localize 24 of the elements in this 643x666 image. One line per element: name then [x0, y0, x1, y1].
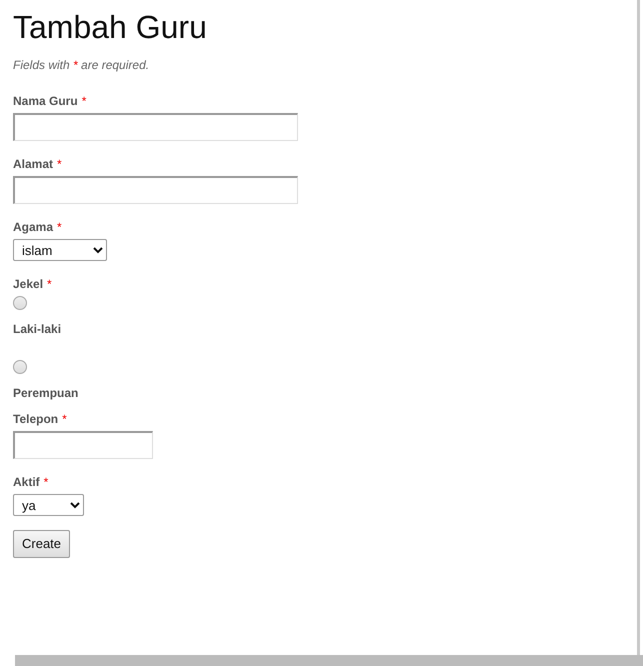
- radio-label: Perempuan: [13, 385, 80, 402]
- required-mark: *: [62, 411, 67, 428]
- required-mark: *: [57, 156, 62, 174]
- required-note: Fields with * are required.: [13, 57, 150, 74]
- field-label: Alamat: [13, 156, 54, 174]
- field-label: Jekel: [13, 276, 44, 294]
- dropdown[interactable]: ya: [13, 494, 84, 516]
- field-label: Agama: [13, 219, 54, 236]
- radio-label: Laki-laki: [13, 321, 62, 338]
- dropdown[interactable]: islam: [13, 239, 107, 262]
- page-title: Tambah Guru: [13, 8, 208, 46]
- required-mark: *: [57, 219, 62, 236]
- radio-button[interactable]: [13, 296, 27, 310]
- text-field[interactable]: [13, 431, 153, 460]
- required-mark: *: [44, 474, 48, 492]
- field-label: Nama Guru: [13, 93, 78, 110]
- radio-button[interactable]: [13, 360, 27, 374]
- field-label: Telepon: [13, 411, 58, 428]
- required-mark: *: [82, 93, 86, 110]
- text-field[interactable]: [13, 176, 298, 204]
- field-label: Aktif: [13, 474, 40, 492]
- create-button[interactable]: Create: [13, 530, 70, 558]
- text-field[interactable]: [13, 113, 298, 142]
- required-mark: *: [47, 276, 52, 294]
